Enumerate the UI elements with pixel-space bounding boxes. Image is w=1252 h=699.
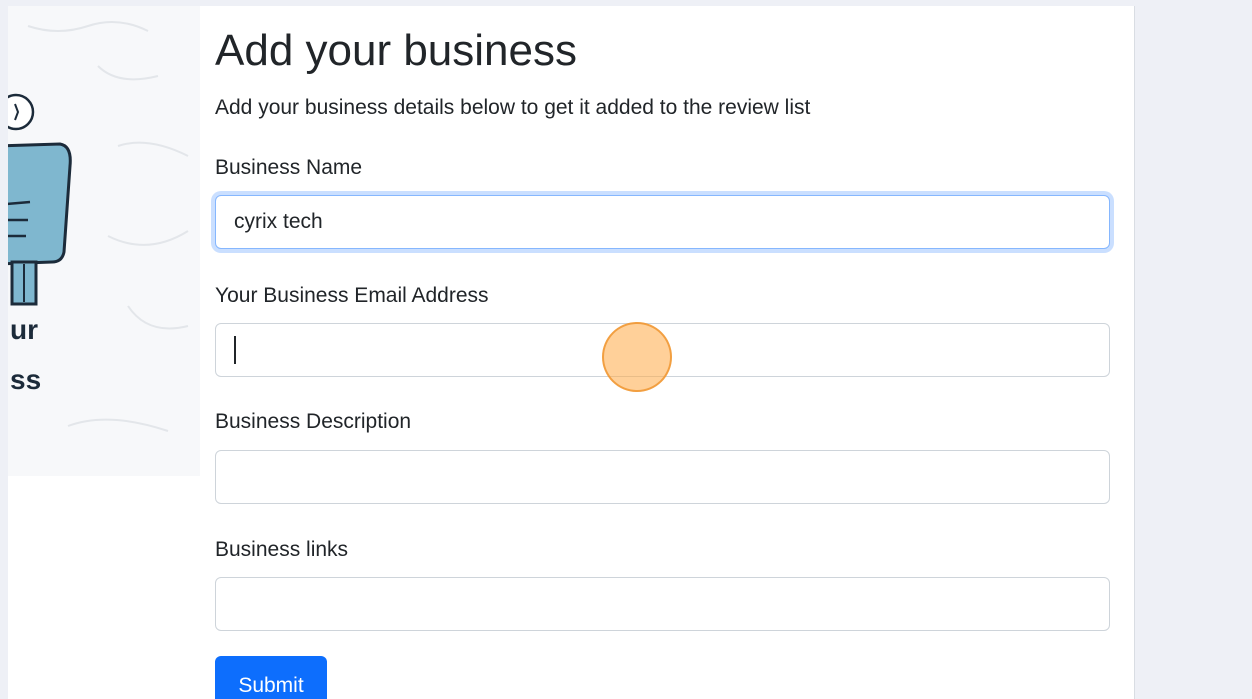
illustration-text-line2: ss — [10, 364, 42, 395]
business-name-input[interactable] — [215, 195, 1110, 249]
email-label: Your Business Email Address — [215, 284, 489, 307]
page-title: Add your business — [215, 26, 577, 75]
email-field-wrapper — [215, 323, 1110, 377]
illustration-text-line1: ur — [10, 314, 38, 345]
business-name-label: Business Name — [215, 156, 363, 179]
submit-button[interactable]: Submit — [215, 656, 327, 699]
description-label: Business Description — [215, 410, 412, 433]
links-input[interactable] — [215, 577, 1110, 631]
text-caret — [234, 336, 236, 364]
form-card: ur ss Add your business Add your busines… — [8, 6, 1135, 699]
page-subtitle: Add your business details below to get i… — [215, 96, 811, 119]
illustration-panel: ur ss — [8, 6, 200, 476]
description-input[interactable] — [215, 450, 1110, 504]
links-label: Business links — [215, 538, 349, 561]
email-input[interactable] — [215, 323, 1110, 377]
illustration-graphic — [8, 21, 189, 432]
